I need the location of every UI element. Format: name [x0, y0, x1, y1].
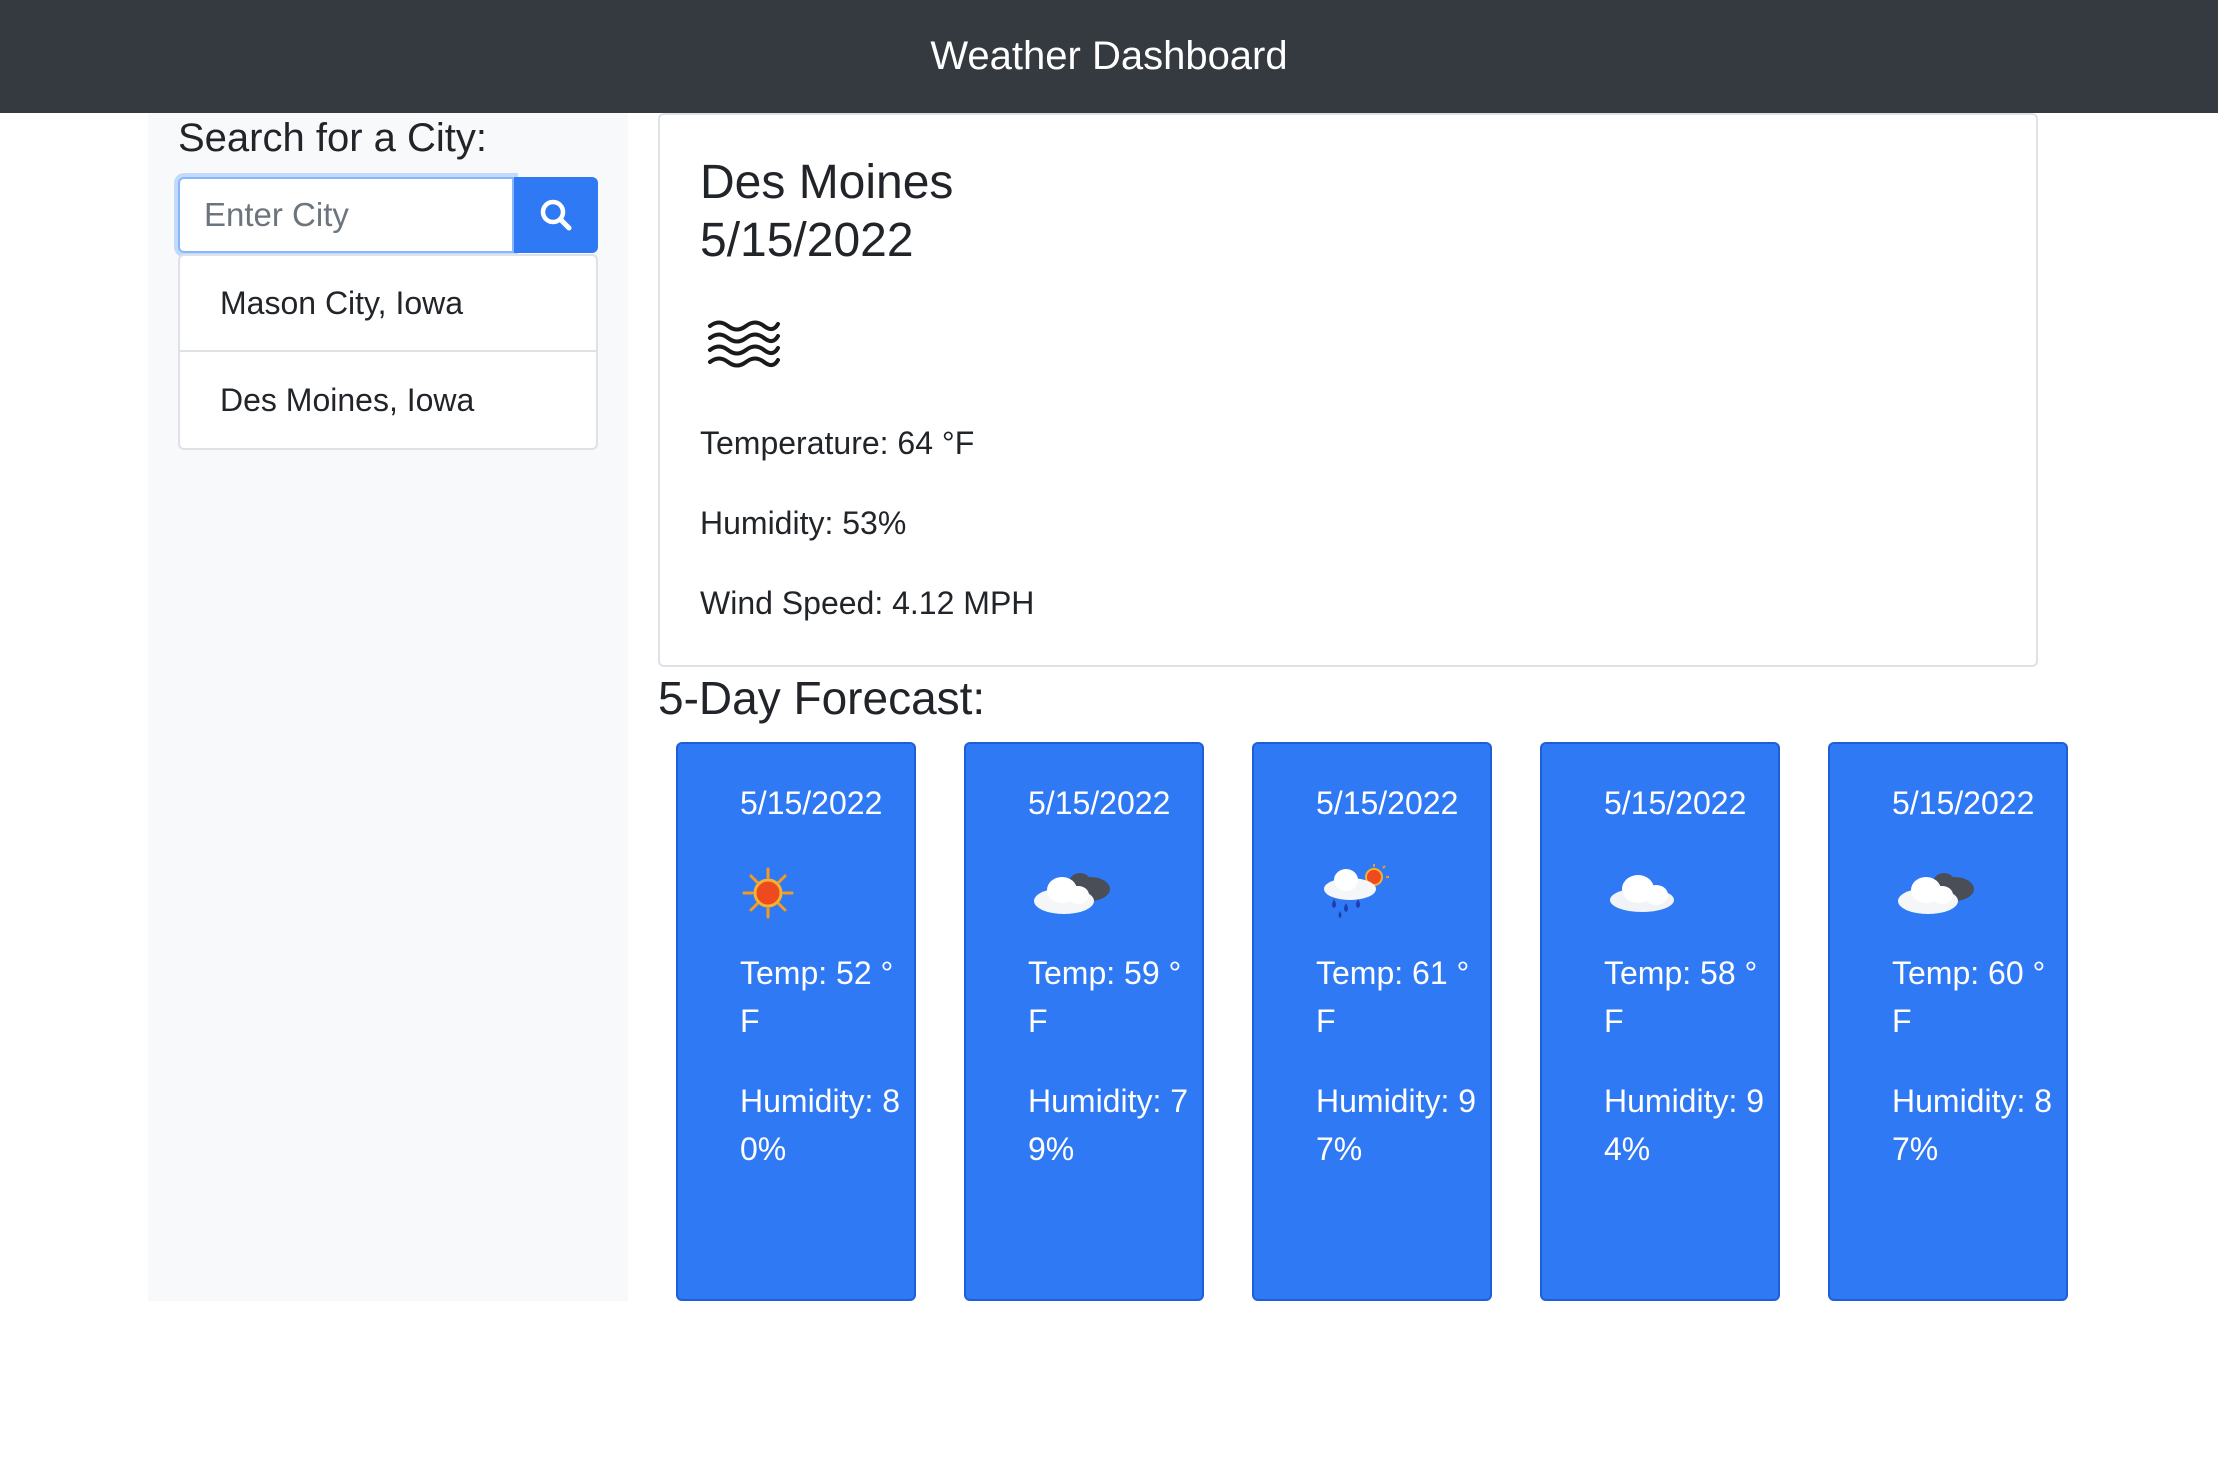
forecast-card: 5/15/2022 Temp: 59 °F Humidity: 79% — [964, 742, 1204, 1301]
forecast-card: 5/15/2022 Temp: 52 °F Humidity: 80% — [676, 742, 916, 1301]
navbar: Weather Dashboard — [0, 0, 2218, 113]
search-button[interactable] — [514, 177, 598, 253]
forecast-date: 5/15/2022 — [740, 785, 883, 821]
forecast-humidity: Humidity: 80% — [740, 1083, 901, 1167]
current-wind-speed: Wind Speed: 4.12 MPH — [700, 585, 1035, 621]
current-temperature: Temperature: 64 °F — [700, 425, 975, 461]
cloud-icon — [1610, 875, 1674, 912]
search-label: Search for a City: — [178, 116, 488, 160]
forecast-title: 5-Day Forecast: — [658, 672, 986, 724]
city-search-input[interactable] — [178, 177, 514, 253]
forecast-date: 5/15/2022 — [1892, 785, 2035, 821]
forecast-temp: Temp: 60 °F — [1892, 955, 2046, 1039]
current-date: 5/15/2022 — [700, 214, 914, 267]
forecast-temp: Temp: 59 °F — [1028, 955, 1182, 1039]
rain-sun-icon — [1324, 864, 1389, 918]
history-item-mason-city[interactable]: Mason City, Iowa — [180, 256, 596, 352]
forecast-date: 5/15/2022 — [1316, 785, 1459, 821]
partly-cloudy-night-icon — [1034, 873, 1110, 914]
current-city-name: Des Moines — [700, 156, 954, 209]
app-title: Weather Dashboard — [930, 34, 1288, 78]
search-history-list: Mason City, Iowa Des Moines, Iowa — [178, 254, 598, 450]
forecast-card: 5/15/2022 Temp: 61 °F Humidity: 97% — [1252, 742, 1492, 1301]
fog-icon — [706, 316, 782, 377]
forecast-humidity: Humidity: 79% — [1028, 1083, 1189, 1167]
forecast-temp: Temp: 58 °F — [1604, 955, 1758, 1039]
forecast-date: 5/15/2022 — [1028, 785, 1171, 821]
current-humidity: Humidity: 53% — [700, 505, 907, 541]
partly-cloudy-night-icon — [1898, 873, 1974, 914]
forecast-humidity: Humidity: 94% — [1604, 1083, 1765, 1167]
forecast-humidity: Humidity: 87% — [1892, 1083, 2053, 1167]
forecast-humidity: Humidity: 97% — [1316, 1083, 1477, 1167]
forecast-date: 5/15/2022 — [1604, 785, 1747, 821]
sun-icon — [742, 867, 794, 919]
forecast-card: 5/15/2022 Temp: 60 °F Humidity: 87% — [1828, 742, 2068, 1301]
history-item-des-moines[interactable]: Des Moines, Iowa — [180, 352, 596, 448]
search-icon — [540, 199, 572, 231]
forecast-temp: Temp: 61 °F — [1316, 955, 1470, 1039]
forecast-temp: Temp: 52 °F — [740, 955, 894, 1039]
forecast-card: 5/15/2022 Temp: 58 °F Humidity: 94% — [1540, 742, 1780, 1301]
